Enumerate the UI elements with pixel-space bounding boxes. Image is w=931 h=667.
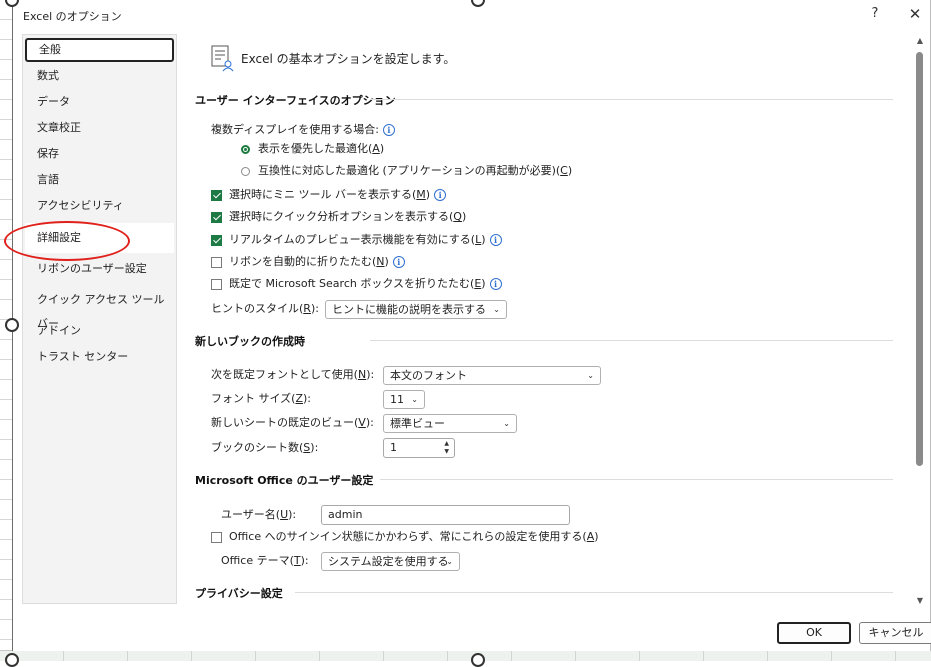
resize-handle[interactable] <box>5 318 19 332</box>
checkbox-checked-icon <box>211 189 222 201</box>
resize-handle[interactable] <box>471 653 485 667</box>
checkbox-mini-toolbar[interactable]: 選択時にミニ ツール バーを表示する(M) i <box>211 186 447 204</box>
sidebar-item-accessibility[interactable]: アクセシビリティ <box>25 194 174 218</box>
info-icon: i <box>489 278 502 290</box>
excel-options-dialog: Excel のオプション ? ✕ 全般 数式 データ 文章校正 保存 言語 アク… <box>4 0 931 651</box>
font-size-dropdown[interactable]: 11 ⌄ <box>383 390 425 409</box>
username-input[interactable]: admin <box>321 505 570 525</box>
chevron-down-icon: ⌄ <box>446 557 453 566</box>
checkbox-unchecked-icon <box>211 531 222 543</box>
background-spreadsheet-row <box>0 650 931 661</box>
sidebar-item-proofing[interactable]: 文章校正 <box>25 116 174 140</box>
checkbox-collapse-ribbon[interactable]: リボンを自動的に折りたたむ(N) i <box>211 253 405 271</box>
sidebar-item-customize-ribbon[interactable]: リボンのユーザー設定 <box>25 257 174 281</box>
sidebar-item-data[interactable]: データ <box>25 90 174 114</box>
section-divider <box>295 592 893 593</box>
scroll-down-icon[interactable]: ▼ <box>915 596 925 606</box>
checkbox-always-use-settings[interactable]: Office へのサインイン状態にかかわらず、常にこれらの設定を使用する(A) <box>211 528 599 546</box>
section-new-workbook-title: 新しいブックの作成時 <box>195 335 305 348</box>
checkbox-quick-analysis[interactable]: 選択時にクイック分析オプションを表示する(Q) <box>211 208 466 226</box>
sidebar-item-trust-center[interactable]: トラスト センター <box>25 345 174 369</box>
section-office-settings: Microsoft Office のユーザー設定 <box>195 472 899 488</box>
dialog-title: Excel のオプション <box>23 10 122 23</box>
options-sidebar: 全般 数式 データ 文章校正 保存 言語 アクセシビリティ 詳細設定 リボンのユ… <box>22 34 177 604</box>
scrollbar-thumb[interactable] <box>916 52 923 466</box>
radio-optimize-compat[interactable]: 互換性に対応した最適化 (アプリケーションの再起動が必要)(C) <box>241 162 572 180</box>
chevron-down-icon: ⌄ <box>587 371 594 380</box>
resize-handle[interactable] <box>5 653 19 667</box>
username-label: ユーザー名(U): <box>221 508 297 521</box>
general-options-panel: Excel の基本オプションを設定します。 ユーザー インターフェイスのオプショ… <box>187 34 903 608</box>
sidebar-item-language[interactable]: 言語 <box>25 168 174 192</box>
sheet-count-label: ブックのシート数(S): <box>211 441 319 454</box>
section-privacy-title: プライバシー設定 <box>195 587 283 600</box>
info-icon: i <box>434 189 447 201</box>
section-divider <box>370 99 893 100</box>
section-ui-options: ユーザー インターフェイスのオプション <box>195 92 899 108</box>
sheet-count-spinner[interactable]: 1 ▲ ▼ <box>383 438 455 458</box>
chevron-down-icon: ⌄ <box>503 419 510 428</box>
cancel-button[interactable]: キャンセル <box>859 622 931 644</box>
scroll-up-icon[interactable]: ▲ <box>915 36 925 46</box>
checkbox-unchecked-icon <box>211 278 222 290</box>
info-icon: i <box>382 124 395 136</box>
font-size-label: フォント サイズ(Z): <box>211 392 312 405</box>
ok-button[interactable]: OK <box>777 622 851 644</box>
sidebar-item-save[interactable]: 保存 <box>25 142 174 166</box>
vertical-scrollbar[interactable]: ▲ ▼ <box>912 34 926 608</box>
section-new-workbook: 新しいブックの作成時 <box>195 333 899 349</box>
panel-header: Excel の基本オプションを設定します。 <box>241 52 456 66</box>
default-view-label: 新しいシートの既定のビュー(V): <box>211 416 374 429</box>
multi-display-label: 複数ディスプレイを使用する場合: i <box>211 121 395 139</box>
section-ui-options-title: ユーザー インターフェイスのオプション <box>195 94 396 107</box>
info-icon: i <box>489 234 502 246</box>
chevron-down-icon: ⌄ <box>493 305 500 314</box>
sidebar-item-general[interactable]: 全般 <box>25 38 174 62</box>
section-divider <box>380 479 893 480</box>
checkbox-checked-icon <box>211 211 222 223</box>
radio-optimize-display[interactable]: 表示を優先した最適化(A) <box>241 140 384 158</box>
tooltip-style-dropdown[interactable]: ヒントに機能の説明を表示する ⌄ <box>325 300 507 319</box>
office-theme-dropdown[interactable]: システム設定を使用する ⌄ <box>321 552 460 571</box>
sidebar-item-formulas[interactable]: 数式 <box>25 64 174 88</box>
office-theme-label: Office テーマ(T): <box>221 554 309 567</box>
section-privacy: プライバシー設定 <box>195 585 899 601</box>
chevron-down-icon: ⌄ <box>411 395 418 404</box>
section-divider <box>370 340 893 341</box>
sidebar-item-addins[interactable]: アドイン <box>25 319 174 343</box>
info-icon: i <box>392 256 405 268</box>
radio-selected-icon <box>241 144 250 154</box>
help-button[interactable]: ? <box>861 2 889 26</box>
default-font-label: 次を既定フォントとして使用(N): <box>211 368 375 381</box>
tooltip-style-label: ヒントのスタイル(R): <box>211 302 319 315</box>
close-button[interactable]: ✕ <box>901 2 929 26</box>
checkbox-collapse-search[interactable]: 既定で Microsoft Search ボックスを折りたたむ(E) i <box>211 275 502 293</box>
sidebar-item-advanced[interactable]: 詳細設定 <box>25 223 174 253</box>
default-view-dropdown[interactable]: 標準ビュー ⌄ <box>383 414 517 433</box>
sidebar-item-quick-access-toolbar[interactable]: クイック アクセス ツール バー <box>25 288 174 330</box>
default-font-dropdown[interactable]: 本文のフォント ⌄ <box>383 366 601 385</box>
general-options-icon <box>211 45 234 72</box>
spinner-arrows-icon[interactable]: ▲ ▼ <box>444 440 449 456</box>
checkbox-unchecked-icon <box>211 256 222 268</box>
radio-unselected-icon <box>241 166 250 176</box>
checkbox-checked-icon <box>211 234 222 246</box>
checkbox-live-preview[interactable]: リアルタイムのプレビュー表示機能を有効にする(L) i <box>211 231 502 249</box>
section-office-settings-title: Microsoft Office のユーザー設定 <box>195 474 374 487</box>
